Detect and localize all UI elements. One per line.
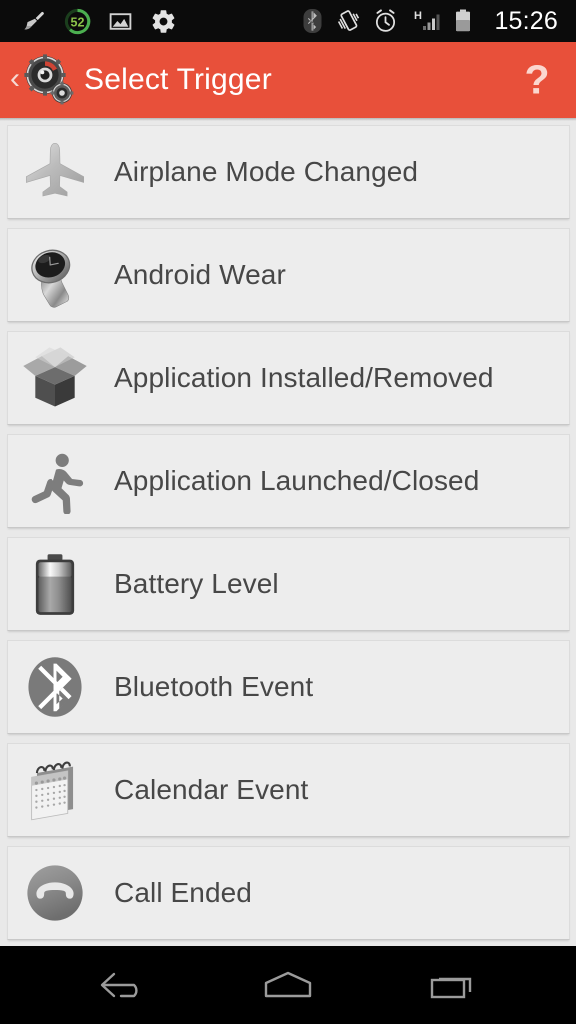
list-item-label: Bluetooth Event [114, 671, 314, 702]
list-item[interactable]: Bluetooth Event [7, 640, 570, 734]
vibrate-icon [338, 10, 360, 31]
gallery-image-icon [109, 12, 132, 30]
broom-cleaner-icon [24, 11, 44, 29]
alarm-clock-icon [376, 9, 396, 32]
help-button[interactable]: ? [520, 59, 554, 101]
battery-icon [18, 547, 92, 621]
list-item[interactable]: Battery Level [7, 537, 570, 631]
status-bar-right-icons: H 15:26 [302, 7, 566, 36]
recents-icon [431, 977, 472, 999]
status-bar-clock: 15:26 [494, 6, 558, 35]
list-item-label: Android Wear [114, 259, 286, 290]
gears-app-icon [24, 54, 74, 105]
list-item[interactable]: Application Installed/Removed [7, 331, 570, 425]
list-item-label: Battery Level [114, 568, 279, 599]
list-item[interactable]: Call Ended [7, 846, 570, 940]
hspa-signal-icon: H [414, 10, 440, 30]
airplane-icon [18, 135, 92, 209]
navigation-bar [0, 946, 576, 1024]
open-box-icon [18, 341, 92, 415]
status-bar-left-icons: 52 [22, 8, 177, 35]
nav-home-button[interactable] [240, 955, 336, 1015]
app-header: ‹ Select Trigger ? [0, 42, 576, 118]
calendar-icon [18, 753, 92, 827]
storage-percent-text: 52 [71, 15, 85, 29]
list-item[interactable]: Airplane Mode Changed [7, 125, 570, 219]
call-ended-icon [18, 856, 92, 930]
network-type-text: H [414, 10, 422, 22]
running-person-icon [18, 444, 92, 518]
status-bar: 52 H 15:26 [0, 0, 576, 42]
list-item[interactable]: Application Launched/Closed [7, 434, 570, 528]
nav-back-button[interactable] [75, 955, 171, 1015]
battery-icon [456, 9, 471, 32]
home-icon [264, 971, 312, 998]
smartwatch-icon [18, 238, 92, 312]
phone-screen: 52 H 15:26 ‹ Select Trigger ? Airplane M… [0, 0, 576, 1024]
bluetooth-icon [303, 9, 322, 33]
settings-gear-icon [152, 9, 175, 33]
storage-percent-icon: 52 [64, 8, 91, 34]
page-title: Select Trigger [84, 63, 272, 96]
list-item-label: Application Installed/Removed [114, 362, 494, 393]
list-item-label: Application Launched/Closed [114, 465, 480, 496]
list-item-label: Airplane Mode Changed [114, 156, 419, 187]
list-item-label: Calendar Event [114, 774, 309, 805]
list-item-label: Call Ended [114, 877, 252, 908]
list-item[interactable]: Calendar Event [7, 743, 570, 837]
nav-recents-button[interactable] [405, 955, 501, 1015]
back-arrow-icon [100, 972, 138, 998]
list-item[interactable]: Android Wear [7, 228, 570, 322]
bluetooth-icon [18, 650, 92, 724]
trigger-list[interactable]: Airplane Mode Changed Android Wear Appli… [0, 121, 576, 946]
